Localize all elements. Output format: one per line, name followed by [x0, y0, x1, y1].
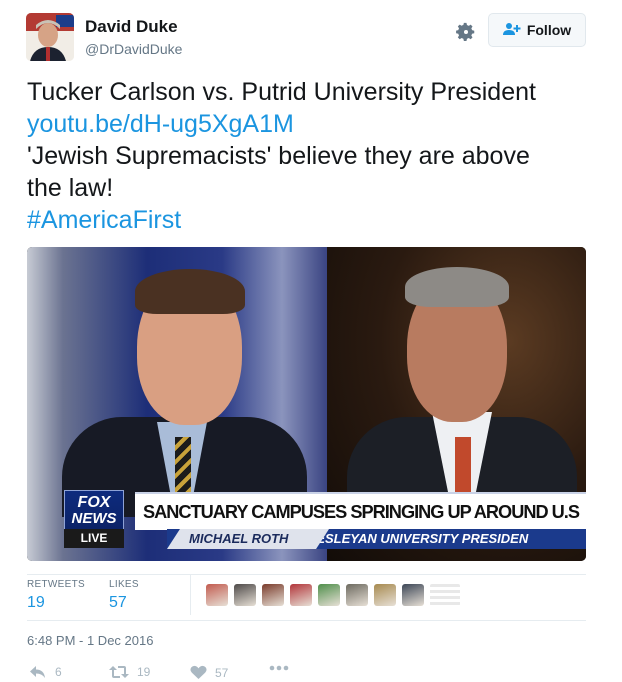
reply-icon: [29, 665, 47, 679]
follow-label: Follow: [526, 22, 572, 38]
liker-avatar[interactable]: [374, 584, 396, 606]
liker-avatar[interactable]: [234, 584, 256, 606]
live-badge: LIVE: [64, 529, 124, 548]
display-name[interactable]: David Duke: [85, 17, 178, 37]
user-handle[interactable]: @DrDavidDuke: [85, 41, 182, 57]
retweet-button[interactable]: 19: [109, 665, 150, 679]
guest-title: WESLEYAN UNIVERSITY PRESIDEN: [304, 531, 529, 546]
timestamp[interactable]: 6:48 PM - 1 Dec 2016: [27, 633, 153, 648]
hashtag-link[interactable]: #AmericaFirst: [27, 204, 592, 236]
retweets-count[interactable]: 19: [27, 594, 45, 612]
tweet-link[interactable]: youtu.be/dH-ug5XgA1M: [27, 108, 592, 140]
follow-button[interactable]: Follow: [488, 13, 586, 47]
retweet-icon: [109, 665, 129, 679]
liker-avatar[interactable]: [430, 584, 460, 606]
guest-hair: [405, 267, 509, 307]
divider: [27, 620, 586, 621]
guest-tie: [455, 437, 471, 497]
liker-avatar[interactable]: [402, 584, 424, 606]
tweet-line: Tucker Carlson vs. Putrid University Pre…: [27, 78, 536, 106]
host-tie: [175, 437, 191, 497]
tweet-line: the law!: [27, 174, 114, 202]
profile-photo-icon: [26, 13, 74, 61]
host-hair: [135, 269, 245, 314]
tweet-text: Tucker Carlson vs. Putrid University Pre…: [27, 76, 592, 236]
heart-icon: [190, 665, 207, 680]
like-count: 57: [215, 665, 229, 680]
reply-button[interactable]: 6: [29, 665, 62, 679]
more-button[interactable]: [269, 665, 289, 671]
liker-avatar[interactable]: [346, 584, 368, 606]
stats-separator: [190, 575, 191, 615]
reply-count: 6: [55, 665, 62, 679]
gear-icon[interactable]: [455, 21, 477, 43]
more-icon: [269, 665, 289, 671]
likes-count[interactable]: 57: [109, 594, 127, 612]
chyron-headline: SANCTUARY CAMPUSES SPRINGING UP AROUND U…: [135, 492, 586, 530]
like-button[interactable]: 57: [190, 665, 228, 680]
liker-avatar[interactable]: [290, 584, 312, 606]
logo-line1: FOX: [77, 494, 111, 511]
retweets-label: RETWEETS: [27, 579, 85, 590]
likes-label: LIKES: [109, 579, 139, 590]
retweet-count: 19: [137, 665, 151, 679]
liker-avatar[interactable]: [262, 584, 284, 606]
liker-avatar[interactable]: [206, 584, 228, 606]
video-thumbnail[interactable]: SANCTUARY CAMPUSES SPRINGING UP AROUND U…: [27, 247, 586, 561]
divider: [27, 574, 586, 575]
tweet-line: 'Jewish Supremacists' believe they are a…: [27, 142, 530, 170]
avatar[interactable]: [26, 13, 74, 61]
chyron-guest-name: MICHAEL ROTH: [167, 529, 329, 549]
add-person-icon: [502, 22, 521, 39]
liker-avatar[interactable]: [318, 584, 340, 606]
logo-line2: NEWS: [71, 510, 117, 527]
